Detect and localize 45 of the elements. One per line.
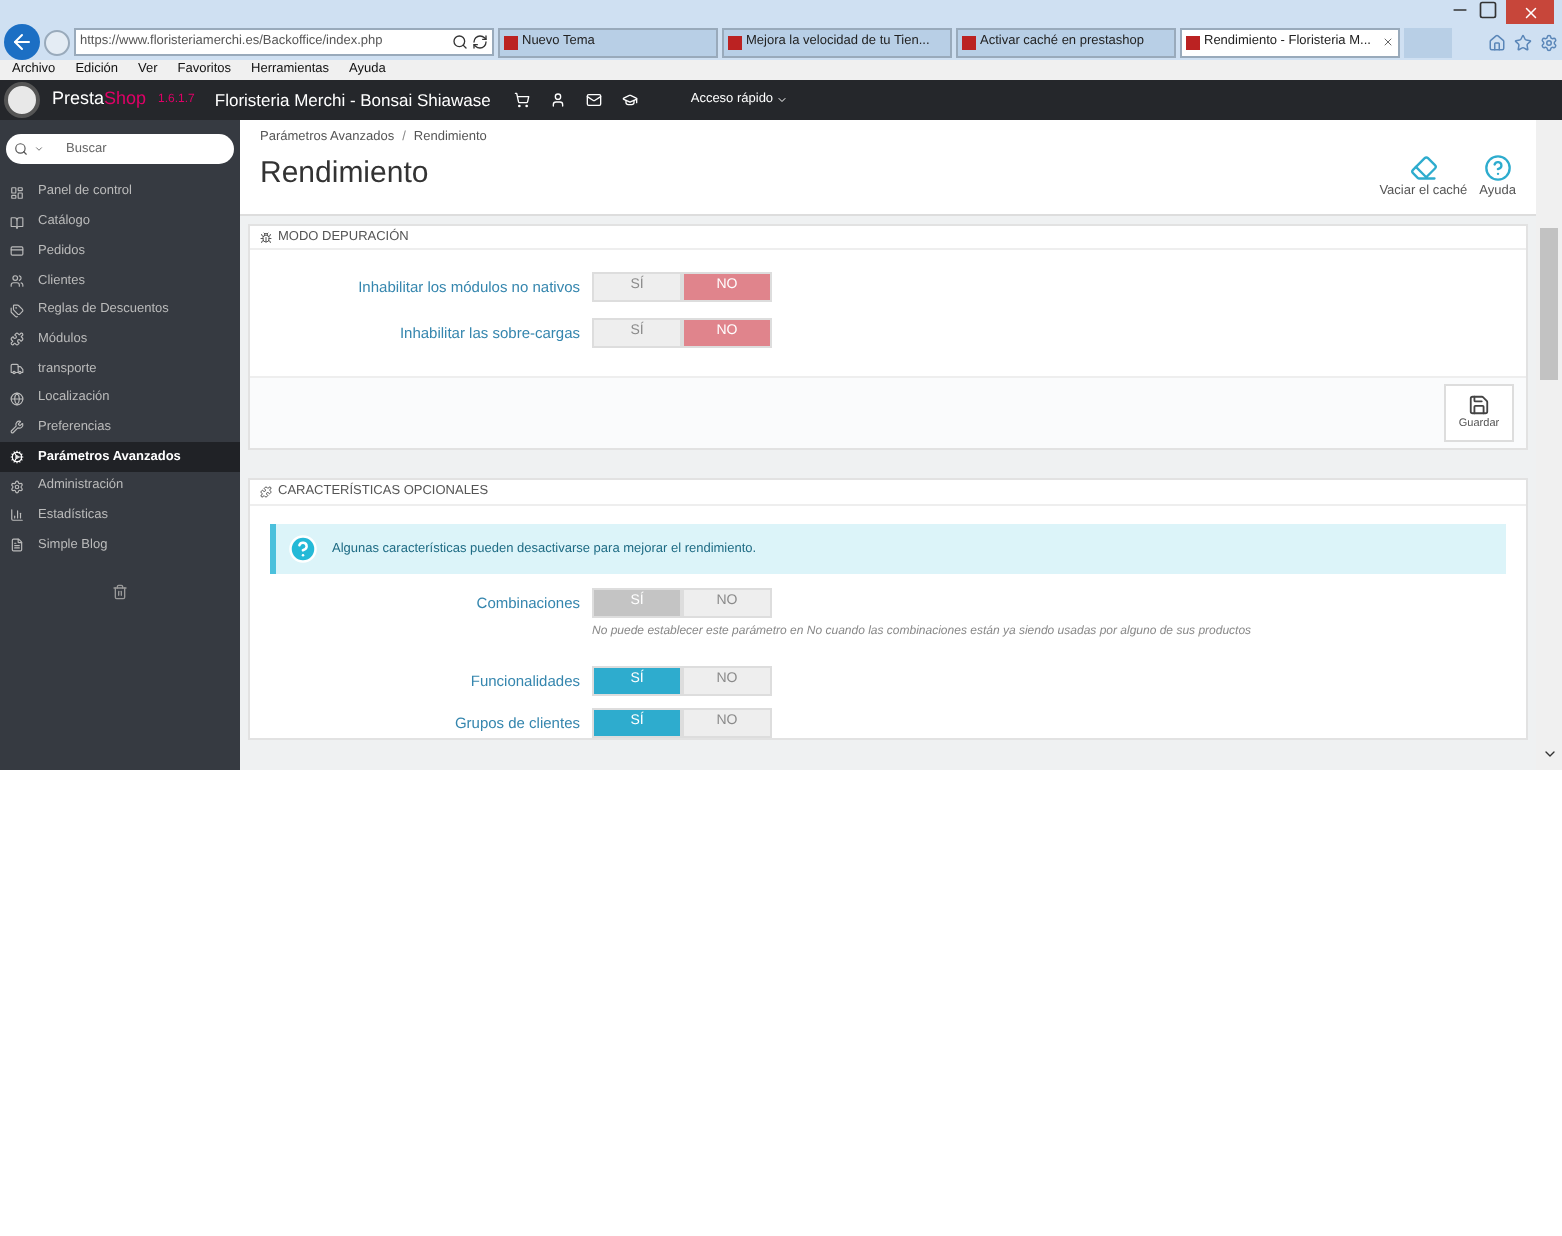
gears-icon: [10, 450, 24, 465]
truck-icon: [10, 361, 24, 376]
back-arrow-icon: [10, 30, 34, 54]
chart-icon: [10, 508, 24, 523]
wrench-icon: [10, 420, 24, 435]
cart-icon[interactable]: [514, 92, 531, 108]
favicon-icon: [962, 35, 976, 49]
search-icon[interactable]: [14, 142, 28, 156]
close-tab-icon[interactable]: [1382, 36, 1394, 48]
caret-icon[interactable]: [34, 144, 44, 154]
trash-icon[interactable]: [112, 583, 128, 600]
favicon-icon: [728, 35, 742, 49]
gear-icon: [10, 479, 24, 494]
eraser-icon: [1409, 154, 1438, 183]
scroll-down-icon[interactable]: [1541, 746, 1557, 762]
favicon-icon: [1186, 35, 1200, 49]
refresh-icon[interactable]: [472, 34, 488, 50]
settings-icon[interactable]: [1540, 33, 1558, 51]
caret-icon: [775, 94, 788, 106]
shop-name: Floristeria Merchi - Bonsai Shiawase: [214, 87, 491, 113]
bug-icon: [260, 231, 272, 243]
close-icon: [1521, 3, 1539, 21]
scrollbar-thumb[interactable]: [1540, 228, 1558, 380]
search-icon[interactable]: [452, 34, 468, 50]
page-title: Rendimiento: [260, 153, 431, 194]
graduation-cap-icon[interactable]: [622, 92, 639, 108]
card-icon: [10, 244, 24, 259]
puzzle-icon: [260, 486, 272, 498]
favicon-icon: [504, 35, 518, 49]
question-icon: [288, 534, 318, 564]
home-icon[interactable]: [1488, 33, 1506, 51]
user-icon[interactable]: [550, 92, 567, 108]
dashboard-icon: [10, 185, 24, 200]
maximize-icon[interactable]: [1478, 0, 1498, 20]
star-icon[interactable]: [1514, 33, 1532, 51]
globe-icon: [10, 391, 24, 406]
document-icon: [10, 538, 24, 553]
back-button[interactable]: [4, 24, 40, 60]
tags-icon: [10, 303, 24, 318]
help-icon: [1483, 154, 1512, 183]
brand-logo: PrestaShop: [52, 86, 147, 113]
puzzle-icon: [10, 332, 24, 347]
mail-icon[interactable]: [586, 92, 603, 108]
users-icon: [10, 273, 24, 288]
book-icon: [10, 215, 24, 230]
